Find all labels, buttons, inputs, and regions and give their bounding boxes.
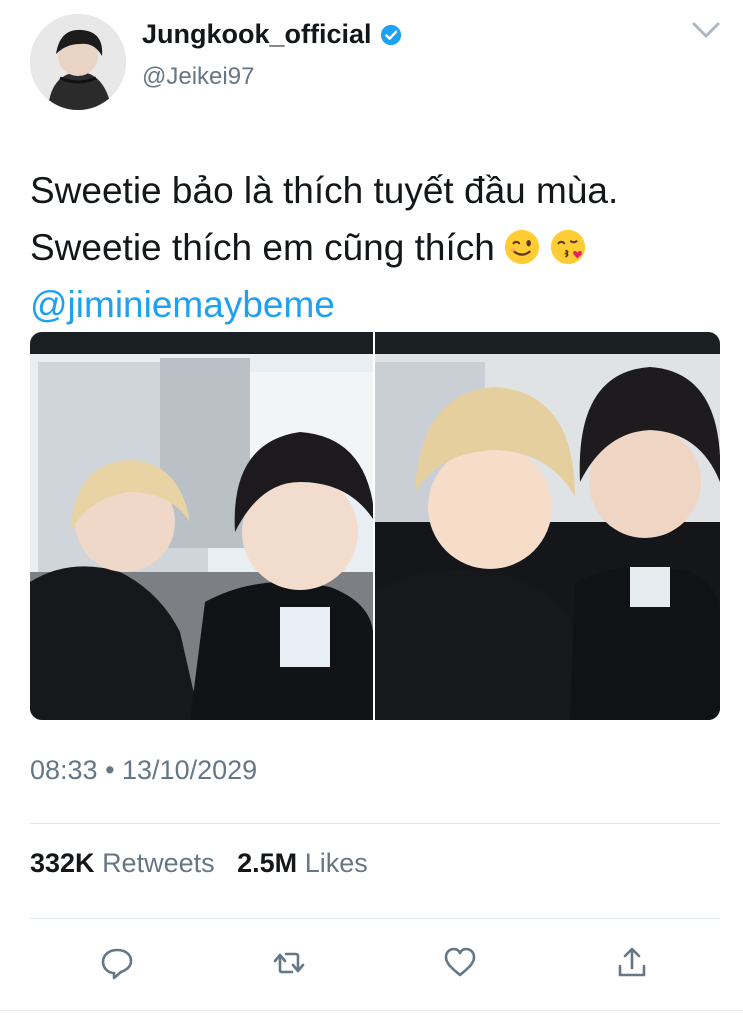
face-blowing-a-kiss-icon [550,229,585,265]
divider [30,918,720,919]
tweet-text-line-1: Sweetie bảo là thích tuyết đầu mùa. [30,170,619,211]
winking-face-icon [504,229,539,265]
divider [30,823,720,824]
tweet-text: Sweetie bảo là thích tuyết đầu mùa. Swee… [30,162,720,333]
retweets-stat[interactable]: 332K Retweets [30,848,215,878]
likes-stat[interactable]: 2.5M Likes [237,848,368,878]
tweet-stats: 332K Retweets 2.5M Likes [30,848,368,879]
reply-icon[interactable] [100,946,134,980]
likes-label: Likes [304,848,368,878]
author-handle[interactable]: @Jeikei97 [142,63,254,91]
tweet-text-line-2: Sweetie thích em cũng thích [30,219,720,276]
tweet-photo[interactable] [30,332,720,720]
mention-link[interactable]: @jiminiemaybeme [30,276,720,333]
author-display-name[interactable]: Jungkook_official [142,19,372,50]
divider [0,1010,743,1011]
share-icon[interactable] [615,946,649,980]
avatar[interactable] [30,14,126,110]
like-icon[interactable] [443,946,477,980]
likes-count: 2.5M [237,848,298,878]
tweet-timestamp[interactable]: 08:33 • 13/10/2029 [30,755,257,786]
retweets-count: 332K [30,848,95,878]
retweets-label: Retweets [102,848,215,878]
retweet-icon[interactable] [272,946,306,980]
verified-badge-icon [380,24,401,45]
chevron-down-icon[interactable] [690,18,722,42]
tweet-text-line-2-text: Sweetie thích em cũng thích [30,227,495,268]
author-name-row[interactable]: Jungkook_official [142,19,402,50]
